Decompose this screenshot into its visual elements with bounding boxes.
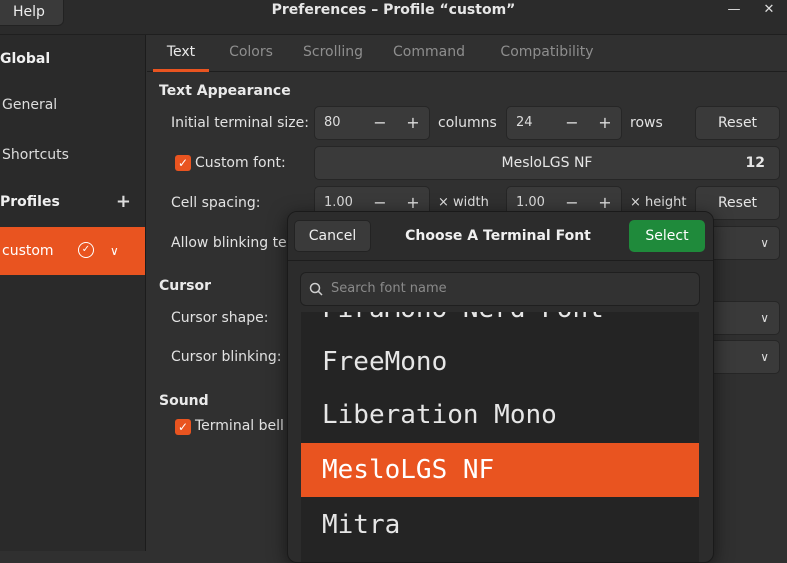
tab-text[interactable]: Text bbox=[153, 35, 209, 72]
profile-label: custom bbox=[2, 243, 54, 259]
sidebar-item-profile-custom[interactable]: custom ✓ ∨ bbox=[0, 227, 145, 275]
rows-value: 24 bbox=[516, 115, 533, 130]
sidebar-item-general[interactable]: General bbox=[2, 81, 147, 129]
cell-spacing-label: Cell spacing: bbox=[171, 195, 261, 211]
chevron-down-icon: ∨ bbox=[760, 350, 769, 364]
font-chooser-dialog: Cancel Choose A Terminal Font Select Sea… bbox=[287, 211, 714, 563]
tab-compatibility[interactable]: Compatibility bbox=[487, 35, 607, 69]
font-size: 12 bbox=[745, 155, 765, 171]
terminal-bell-checkbox[interactable]: ✓ bbox=[175, 419, 191, 435]
allow-blinking-label: Allow blinking tex bbox=[171, 235, 295, 251]
font-list-item[interactable]: Mitra bbox=[301, 498, 699, 552]
minimize-icon[interactable]: — bbox=[720, 0, 748, 20]
columns-stepper[interactable]: 80 − + bbox=[314, 106, 430, 140]
minus-icon[interactable]: − bbox=[365, 107, 395, 139]
text-appearance-heading: Text Appearance bbox=[159, 83, 291, 99]
font-list-item[interactable]: FiraMono Nerd Font bbox=[301, 312, 699, 336]
window-title: Preferences – Profile “custom” bbox=[271, 2, 516, 18]
sidebar: Global General Shortcuts Profiles + cust… bbox=[0, 35, 146, 551]
tab-command[interactable]: Command bbox=[387, 35, 471, 69]
custom-font-label: Custom font: bbox=[195, 155, 286, 171]
height-unit: × height bbox=[630, 195, 687, 210]
cursor-blinking-label: Cursor blinking: bbox=[171, 349, 282, 365]
rows-unit: rows bbox=[630, 115, 663, 131]
terminal-bell-label: Terminal bell bbox=[195, 418, 284, 434]
close-icon[interactable]: ✕ bbox=[755, 0, 783, 20]
rows-stepper[interactable]: 24 − + bbox=[506, 106, 622, 140]
profiles-heading-label: Profiles bbox=[0, 194, 60, 210]
select-button[interactable]: Select bbox=[629, 220, 705, 252]
font-name: MesloLGS NF bbox=[501, 155, 593, 171]
sidebar-heading-global: Global bbox=[0, 35, 145, 83]
font-search-input[interactable]: Search font name bbox=[300, 272, 700, 306]
font-list: FiraMono Nerd Font FreeMono Liberation M… bbox=[301, 312, 699, 562]
global-heading-label: Global bbox=[0, 51, 51, 67]
font-list-item[interactable]: FreeMono bbox=[301, 335, 699, 389]
dialog-header: Cancel Choose A Terminal Font Select bbox=[288, 212, 713, 261]
reset-size-button[interactable]: Reset bbox=[695, 106, 780, 140]
minus-icon[interactable]: − bbox=[557, 107, 587, 139]
header-bar: Help Preferences – Profile “custom” — ✕ bbox=[0, 0, 787, 35]
search-placeholder: Search font name bbox=[331, 281, 447, 296]
font-list-item-selected[interactable]: MesloLGS NF bbox=[301, 443, 699, 497]
tab-colors[interactable]: Colors bbox=[219, 35, 283, 69]
search-icon bbox=[309, 282, 323, 296]
cursor-shape-label: Cursor shape: bbox=[171, 310, 269, 326]
dialog-title: Choose A Terminal Font bbox=[405, 228, 591, 244]
columns-unit: columns bbox=[438, 115, 497, 131]
sidebar-item-label: Shortcuts bbox=[2, 147, 69, 163]
chevron-down-icon: ∨ bbox=[760, 236, 769, 250]
tab-scrolling[interactable]: Scrolling bbox=[295, 35, 371, 69]
sidebar-heading-profiles: Profiles + bbox=[0, 178, 145, 226]
default-profile-check-icon: ✓ bbox=[78, 242, 94, 258]
width-unit: × width bbox=[438, 195, 489, 210]
cursor-heading: Cursor bbox=[159, 278, 212, 294]
chevron-down-icon: ∨ bbox=[760, 311, 769, 325]
plus-icon[interactable]: + bbox=[398, 107, 428, 139]
font-list-item[interactable]: Liberation Mono bbox=[301, 388, 699, 442]
sidebar-item-shortcuts[interactable]: Shortcuts bbox=[2, 131, 147, 179]
tab-bar: Text Colors Scrolling Command Compatibil… bbox=[147, 35, 787, 72]
add-profile-icon[interactable]: + bbox=[116, 178, 131, 226]
custom-font-checkbox[interactable]: ✓ bbox=[175, 155, 191, 171]
chevron-down-icon[interactable]: ∨ bbox=[110, 227, 119, 275]
cancel-button[interactable]: Cancel bbox=[294, 220, 371, 252]
sound-heading: Sound bbox=[159, 393, 209, 409]
sidebar-item-label: General bbox=[2, 97, 58, 113]
font-chooser-button[interactable]: MesloLGS NF 12 bbox=[314, 146, 780, 180]
columns-value: 80 bbox=[324, 115, 341, 130]
initial-size-label: Initial terminal size: bbox=[171, 115, 309, 131]
plus-icon[interactable]: + bbox=[590, 107, 620, 139]
